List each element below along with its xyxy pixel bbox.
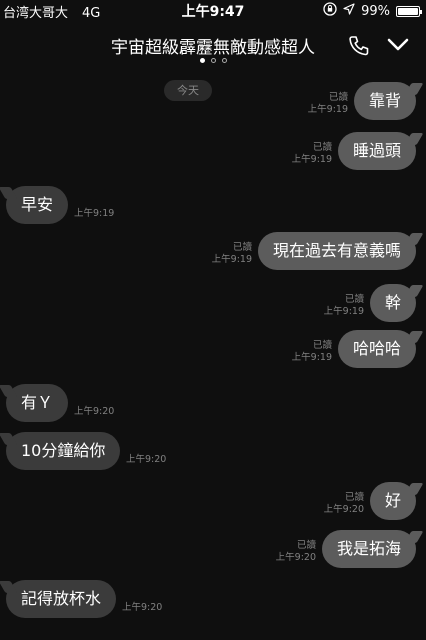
phone-icon[interactable] <box>347 34 371 62</box>
message-time: 上午9:20 <box>126 454 167 465</box>
battery-level <box>398 7 418 15</box>
received-message-bubble[interactable]: 早安 <box>6 186 69 224</box>
chat-header: 宇宙超級霹靂無敵動感超人 <box>0 22 426 70</box>
message-meta: 已讀 上午9:19 <box>212 242 252 266</box>
sent-message-bubble[interactable]: 我是拓海 <box>321 530 416 568</box>
received-message-bubble[interactable]: 有Ｙ <box>6 384 69 422</box>
page-dot <box>221 58 227 63</box>
message-time: 上午9:19 <box>323 306 364 317</box>
message-time: 上午9:19 <box>74 208 115 219</box>
message-meta: 上午9:19 <box>74 208 114 220</box>
message-meta: 上午9:20 <box>122 602 162 614</box>
read-receipt: 已讀 <box>344 492 364 503</box>
message-time: 上午9:19 <box>211 254 252 265</box>
message-meta: 已讀 上午9:19 <box>292 340 332 364</box>
message-meta: 已讀 上午9:19 <box>292 142 332 166</box>
battery-percent: 99% <box>361 3 390 19</box>
status-bar: 台湾大哥大 4G 上午9:47 99% <box>0 0 426 22</box>
received-message-bubble[interactable]: 記得放杯水 <box>6 580 117 618</box>
status-icons: 99% <box>323 2 422 20</box>
message-time: 上午9:20 <box>275 552 316 563</box>
sent-message-bubble[interactable]: 睡過頭 <box>337 132 416 170</box>
message-time: 上午9:19 <box>291 352 332 363</box>
message-meta: 已讀 上午9:20 <box>324 492 364 516</box>
read-receipt: 已讀 <box>312 340 332 351</box>
read-receipt: 已讀 <box>344 294 364 305</box>
message-meta: 上午9:20 <box>126 454 166 466</box>
message-time: 上午9:19 <box>307 104 348 115</box>
message-meta: 上午9:20 <box>74 406 114 418</box>
sent-message-bubble[interactable]: 哈哈哈 <box>337 330 416 368</box>
read-receipt: 已讀 <box>296 540 316 551</box>
message-time: 上午9:20 <box>74 406 115 417</box>
read-receipt: 已讀 <box>232 242 252 253</box>
message-time: 上午9:20 <box>323 504 364 515</box>
location-arrow-icon <box>343 3 355 19</box>
sent-message-bubble[interactable]: 靠背 <box>353 82 416 120</box>
message-meta: 已讀 上午9:19 <box>324 294 364 318</box>
page-dot <box>199 58 205 63</box>
sent-message-bubble[interactable]: 幹 <box>369 284 416 322</box>
page-dot <box>210 58 216 63</box>
received-message-bubble[interactable]: 10分鐘給你 <box>6 432 121 470</box>
chevron-down-icon[interactable] <box>386 36 410 58</box>
sent-message-bubble[interactable]: 現在過去有意義嗎 <box>257 232 416 270</box>
read-receipt: 已讀 <box>328 92 348 103</box>
read-receipt: 已讀 <box>312 142 332 153</box>
message-time: 上午9:20 <box>122 602 163 613</box>
battery-icon <box>396 5 422 17</box>
message-time: 上午9:19 <box>291 154 332 165</box>
date-separator: 今天 <box>164 80 212 101</box>
orientation-lock-icon <box>323 2 337 20</box>
message-meta: 已讀 上午9:19 <box>308 92 348 116</box>
sent-message-bubble[interactable]: 好 <box>369 482 416 520</box>
message-meta: 已讀 上午9:20 <box>276 540 316 564</box>
